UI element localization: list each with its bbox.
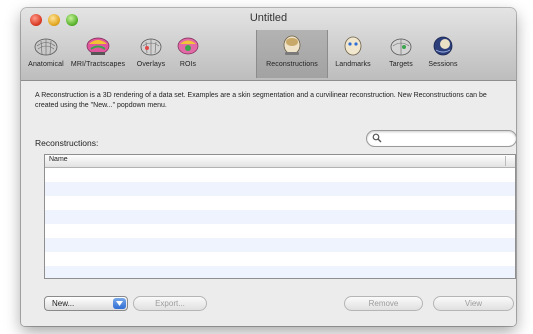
window-title: Untitled [249, 12, 288, 24]
search-field[interactable] [366, 130, 516, 147]
table-row [45, 182, 515, 196]
toolbar-label: ROIs [179, 61, 197, 68]
table-row [45, 210, 515, 224]
overlays-icon [140, 38, 162, 56]
reconstructions-label: Reconstructions: [35, 138, 99, 148]
toolbar-item-targets[interactable]: Targets [383, 30, 419, 78]
description-text: A Reconstruction is a 3D rendering of a … [35, 92, 487, 109]
new-popup-label: New... [52, 299, 75, 308]
toolbar-item-mri[interactable]: MRI/Tractscapes [67, 30, 129, 78]
table-row [45, 196, 515, 210]
column-header-name[interactable]: Name [49, 156, 68, 163]
brain-mesh-icon [34, 38, 58, 56]
remove-button[interactable]: Remove [344, 296, 423, 311]
toolbar-label: Targets [389, 61, 413, 68]
preferences-window: Untitled Anatomical MRI/Tractscapes Over… [21, 8, 516, 326]
new-popup-button[interactable]: New... [44, 296, 128, 311]
column-divider [505, 156, 506, 166]
rois-icon [177, 37, 199, 55]
table-row [45, 224, 515, 238]
view-button[interactable]: View [433, 296, 514, 311]
reconstructions-table[interactable]: Name [44, 154, 516, 279]
export-button[interactable]: Export... [133, 296, 207, 311]
toolbar-item-overlays[interactable]: Overlays [131, 30, 171, 78]
landmark-head-icon [344, 36, 362, 56]
search-icon [372, 133, 382, 143]
toolbar-item-anatomical[interactable]: Anatomical [27, 30, 65, 78]
toolbar-item-reconstructions[interactable]: Reconstructions [256, 30, 328, 78]
chevron-down-icon [116, 301, 123, 306]
colored-brain-icon [86, 37, 110, 55]
toolbar-label: Anatomical [28, 61, 64, 68]
targets-icon [390, 38, 412, 56]
popup-arrow [113, 298, 126, 309]
toolbar-label: Sessions [428, 61, 458, 68]
reconstruction-head-icon [283, 35, 301, 55]
search-input[interactable] [385, 132, 505, 144]
toolbar-label: MRI/Tractscapes [70, 61, 126, 68]
table-row [45, 238, 515, 252]
toolbar-item-sessions[interactable]: Sessions [422, 30, 464, 78]
toolbar-item-landmarks[interactable]: Landmarks [330, 30, 376, 78]
toolbar-label: Reconstructions [266, 61, 318, 68]
table-header: Name [45, 155, 515, 168]
toolbar-label: Overlays [136, 61, 166, 68]
toolbar-item-rois[interactable]: ROIs [173, 30, 203, 78]
title-bar: Untitled Anatomical MRI/Tractscapes Over… [21, 8, 516, 81]
toolbar: Anatomical MRI/Tractscapes Overlays ROIs… [27, 30, 516, 78]
toolbar-label: Landmarks [335, 61, 371, 68]
table-row [45, 252, 515, 266]
table-row [45, 266, 515, 278]
reconstructions-pane: A Reconstruction is a 3D rendering of a … [21, 81, 516, 326]
sessions-icon [433, 36, 453, 56]
table-row [45, 168, 515, 182]
